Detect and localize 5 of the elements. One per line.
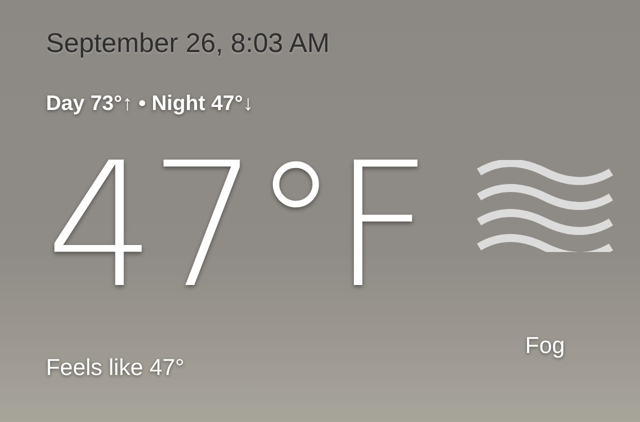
date-time: September 26, 8:03 AM (46, 27, 330, 60)
day-night-temperatures: Day 73°↑ • Night 47°↓ (46, 91, 254, 117)
feels-like-text: Feels like 47° (46, 352, 184, 382)
current-temperature: 47°F (46, 140, 426, 312)
condition-text: Fog (525, 330, 565, 360)
